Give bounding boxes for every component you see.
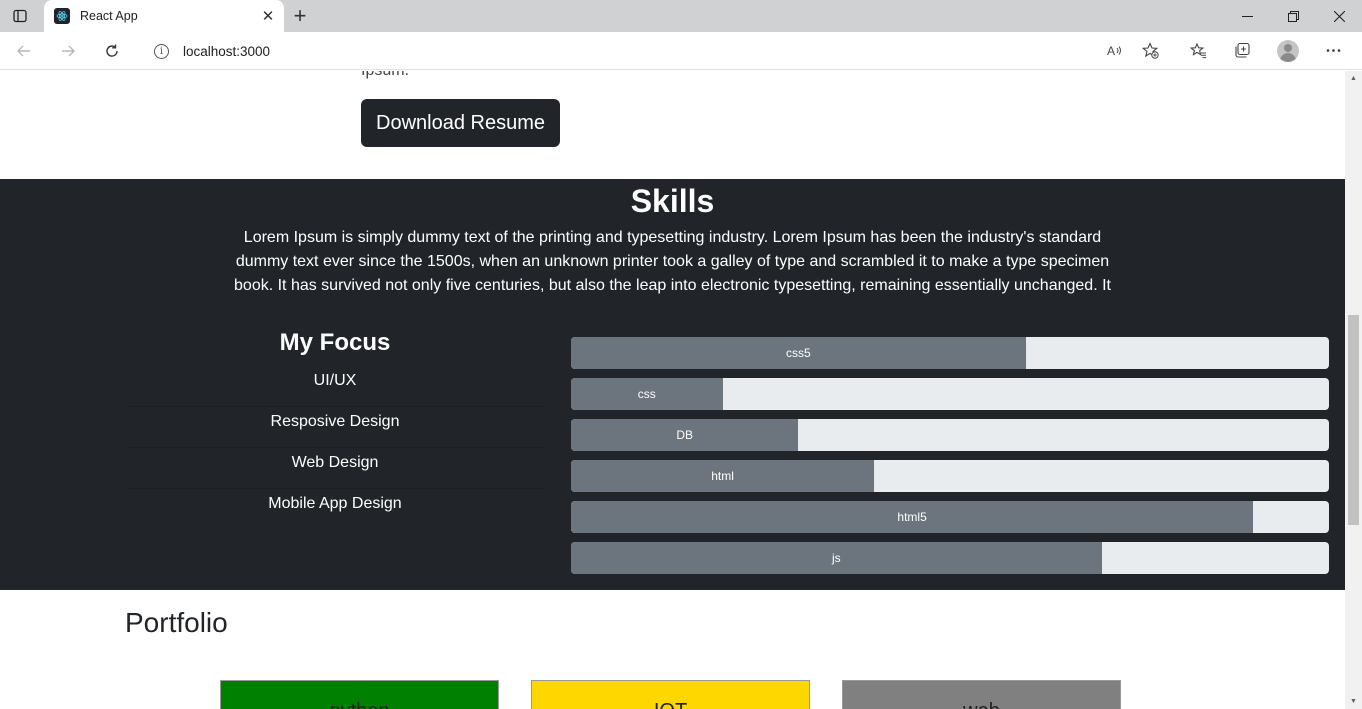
skills-title: Skills xyxy=(630,183,715,219)
skill-bars: css5 css DB html html5 js xyxy=(571,337,1329,583)
skill-bar-label: css5 xyxy=(786,346,811,360)
browser-toolbar: i localhost:3000 A xyxy=(0,32,1362,70)
skill-bar: css5 xyxy=(571,337,1329,369)
portfolio-card-iot[interactable]: IOT xyxy=(531,680,810,709)
skill-bar-label: html xyxy=(711,469,734,483)
svg-text:A: A xyxy=(1107,44,1115,58)
react-favicon-icon xyxy=(54,8,70,24)
refresh-icon[interactable] xyxy=(98,38,126,64)
skill-bar: html5 xyxy=(571,501,1329,533)
skill-bar-fill: css xyxy=(571,378,723,410)
tab-bar: React App ✕ + xyxy=(0,0,1362,32)
close-window-icon[interactable] xyxy=(1316,0,1362,32)
skills-section: Skills Lorem Ipsum is simply dummy text … xyxy=(0,179,1345,590)
collections-icon[interactable] xyxy=(1229,37,1255,63)
skill-bar: DB xyxy=(571,419,1329,451)
new-tab-button[interactable]: + xyxy=(289,5,311,27)
favorites-icon[interactable] xyxy=(1185,37,1211,63)
browser-tab[interactable]: React App ✕ xyxy=(44,0,284,32)
scrollbar-thumb[interactable] xyxy=(1348,315,1359,525)
skill-bar: html xyxy=(571,460,1329,492)
portfolio-title: Portfolio xyxy=(125,607,228,638)
skill-bar-fill: html xyxy=(571,460,875,492)
hero-text-tail: Ipsum. xyxy=(361,71,409,80)
skill-bar: js xyxy=(571,542,1329,574)
minimize-icon[interactable] xyxy=(1224,0,1270,32)
url-text[interactable]: localhost:3000 xyxy=(183,44,270,59)
page-scrollbar[interactable]: ▲ ▼ xyxy=(1345,71,1362,709)
skill-bar-fill: js xyxy=(571,542,1102,574)
skill-bar-label: html5 xyxy=(897,510,927,524)
info-icon[interactable]: i xyxy=(154,43,169,59)
skill-bar: css xyxy=(571,378,1329,410)
profile-icon[interactable] xyxy=(1277,40,1299,62)
focus-item: Mobile App Design xyxy=(268,495,402,512)
address-bar[interactable]: i localhost:3000 xyxy=(140,36,1168,66)
avatar-body xyxy=(1280,53,1296,62)
scroll-up-icon[interactable]: ▲ xyxy=(1349,74,1358,83)
page-viewport: Ipsum. Download Resume Skills Lorem Ipsu… xyxy=(0,71,1345,709)
add-favorite-icon[interactable] xyxy=(1137,37,1163,63)
tab-title: React App xyxy=(80,9,138,23)
avatar-head xyxy=(1284,44,1292,52)
restore-icon[interactable] xyxy=(1270,0,1316,32)
back-icon[interactable] xyxy=(10,38,38,64)
skill-bar-fill: html5 xyxy=(571,501,1254,533)
more-icon[interactable] xyxy=(1320,37,1346,63)
tab-close-icon[interactable]: ✕ xyxy=(260,8,276,25)
skill-bar-label: DB xyxy=(676,428,694,442)
focus-list: UI/UX Resposive Design Web Design Mobile… xyxy=(125,366,545,530)
skill-bar-label: js xyxy=(831,551,841,565)
scroll-down-icon[interactable]: ▼ xyxy=(1349,697,1358,706)
portfolio-card-web[interactable]: web xyxy=(842,680,1121,709)
sidebar-icon[interactable] xyxy=(8,6,32,26)
skill-bar-label: css xyxy=(637,387,656,401)
skills-description: Lorem Ipsum is simply dummy text of the … xyxy=(234,229,1111,294)
forward-icon[interactable] xyxy=(54,38,82,64)
read-aloud-icon[interactable]: A xyxy=(1101,37,1127,63)
focus-item: Web Design xyxy=(125,448,545,489)
focus-title: My Focus xyxy=(279,329,391,356)
focus-item: UI/UX xyxy=(125,366,545,407)
skill-bar-fill: DB xyxy=(571,419,799,451)
focus-item: Resposive Design xyxy=(125,407,545,448)
skill-bar-fill: css5 xyxy=(571,337,1026,369)
portfolio-card-python[interactable]: python xyxy=(220,680,499,709)
download-resume-button[interactable]: Download Resume xyxy=(361,99,560,147)
